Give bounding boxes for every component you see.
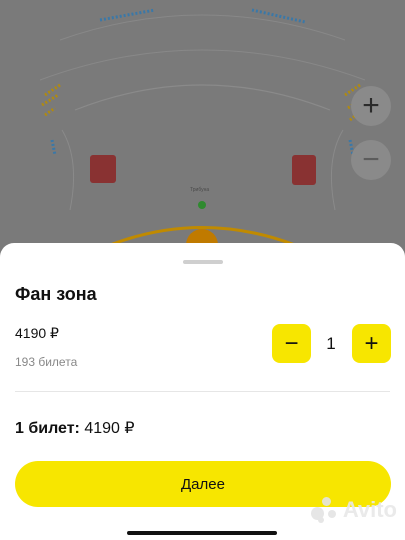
seat-map-drawing — [39, 8, 366, 260]
total-value: 4190 ₽ — [84, 420, 135, 437]
avito-logo-icon — [310, 497, 337, 523]
stage-label: Трибуна — [190, 187, 210, 193]
total-label: 1 билет: — [15, 420, 80, 437]
seat-map[interactable]: Трибуна + − — [0, 0, 405, 260]
ticket-price: 4190 ₽ — [15, 325, 59, 341]
avito-watermark-text: Avito — [342, 497, 397, 522]
quantity-value: 1 — [326, 334, 336, 353]
tickets-remaining: 193 билета — [15, 355, 78, 369]
order-total: 1 билет: 4190 ₽ — [15, 418, 135, 438]
decrease-quantity-button[interactable]: − — [272, 324, 311, 363]
sheet-grabber-handle[interactable] — [183, 260, 223, 264]
avito-watermark: Avito — [310, 497, 397, 523]
increase-quantity-button[interactable]: + — [352, 324, 391, 363]
zoom-out-button[interactable]: − — [351, 140, 391, 180]
zone-title: Фан зона — [15, 284, 97, 304]
zoom-in-button[interactable]: + — [351, 86, 391, 126]
home-indicator — [127, 531, 277, 535]
divider — [15, 391, 390, 392]
ticket-bottom-sheet: Фан зона 4190 ₽ 193 билета − 1 + 1 билет… — [0, 243, 405, 540]
